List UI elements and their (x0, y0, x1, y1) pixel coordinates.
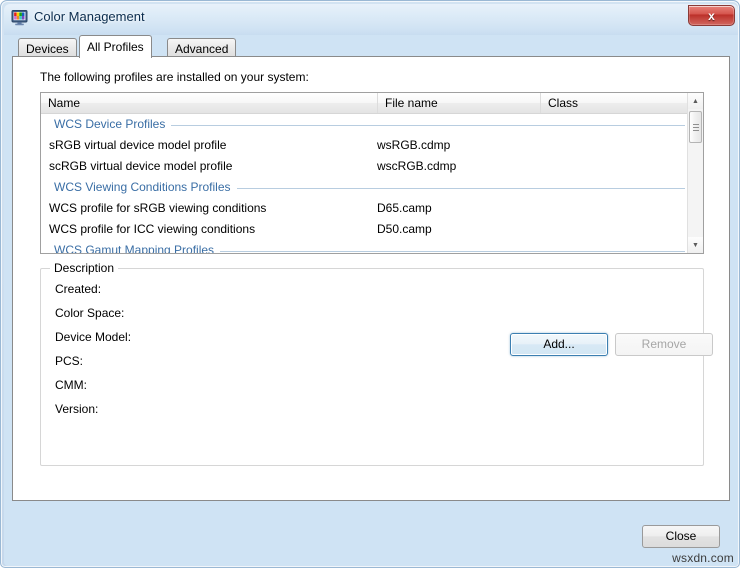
description-group: Description Created: Color Space: Device M… (40, 261, 704, 466)
table-row[interactable]: sRGB virtual device model profile wsRGB.c… (41, 135, 689, 156)
cell-name: sRGB virtual device model profile (49, 138, 227, 152)
list-body: WCS Device Profiles sRGB virtual device m… (41, 114, 689, 253)
table-row[interactable]: scRGB virtual device model profile wscRGB… (41, 156, 689, 177)
cell-name: WCS profile for sRGB viewing conditions (49, 201, 267, 215)
window-title: Color Management (34, 9, 145, 24)
group-header-label: WCS Gamut Mapping Profiles (54, 240, 221, 253)
cell-file-name: wscRGB.cdmp (377, 159, 457, 173)
table-row[interactable]: WCS profile for sRGB viewing conditions D… (41, 198, 689, 219)
tab-all-profiles[interactable]: All Profiles (79, 35, 152, 58)
profiles-list[interactable]: Name File name Class WCS Device Profiles… (40, 92, 704, 254)
color-monitor-icon (11, 9, 28, 26)
list-header-row: Name File name Class (41, 93, 703, 114)
group-header-label: WCS Device Profiles (54, 114, 172, 135)
scrollbar-grip-icon (693, 124, 699, 131)
chevron-up-icon: ▲ (692, 97, 699, 105)
column-header-name[interactable]: Name (41, 93, 378, 113)
dialog-footer: Close (12, 502, 730, 558)
list-group-header[interactable]: WCS Viewing Conditions Profiles (41, 177, 689, 198)
tab-advanced[interactable]: Advanced (167, 38, 237, 57)
dialog-body: Devices All Profiles Advanced The follow… (12, 35, 730, 558)
close-icon: x (708, 8, 715, 23)
remove-button: Remove (615, 333, 713, 356)
chevron-down-icon: ▼ (692, 241, 699, 249)
tab-panel-all-profiles: The following profiles are installed on … (12, 56, 730, 501)
table-row[interactable]: WCS profile for ICC viewing conditions D5… (41, 219, 689, 240)
tab-devices[interactable]: Devices (18, 38, 77, 57)
group-header-label: WCS Viewing Conditions Profiles (54, 177, 237, 198)
title-bar: Color Management x (4, 4, 738, 32)
add-button[interactable]: Add... (510, 333, 608, 356)
column-header-class[interactable]: Class (541, 93, 689, 113)
scrollbar-thumb[interactable] (689, 111, 702, 143)
tab-strip: Devices All Profiles Advanced (12, 35, 730, 58)
cell-file-name: wsRGB.cdmp (377, 138, 451, 152)
scroll-up-button[interactable]: ▲ (688, 93, 703, 109)
intro-text: The following profiles are installed on … (40, 70, 309, 84)
description-field-6: Version: (55, 402, 99, 416)
cell-name: scRGB virtual device model profile (49, 159, 233, 173)
description-field-5: CMM: (55, 378, 87, 392)
close-button[interactable]: Close (642, 525, 720, 548)
description-field-2: Color Space: (55, 306, 125, 320)
description-title: Description (50, 261, 119, 275)
window-inner-frame: Color Management x Devices All Profiles … (4, 4, 738, 566)
description-field-1: Created: (55, 282, 102, 296)
cell-file-name: D65.camp (377, 201, 432, 215)
color-management-window: Color Management x Devices All Profiles … (0, 0, 740, 568)
column-header-file-name[interactable]: File name (378, 93, 541, 113)
scroll-down-button[interactable]: ▼ (688, 237, 703, 253)
cell-file-name: D50.camp (377, 222, 432, 236)
list-group-header[interactable]: WCS Device Profiles (41, 114, 689, 135)
close-window-button[interactable]: x (688, 5, 735, 26)
watermark: wsxdn.com (672, 551, 734, 565)
description-field-4: PCS: (55, 354, 84, 368)
list-scrollbar[interactable]: ▲ ▼ (687, 93, 703, 253)
cell-name: WCS profile for ICC viewing conditions (49, 222, 256, 236)
list-group-header[interactable]: WCS Gamut Mapping Profiles (41, 240, 689, 253)
description-field-3: Device Model: (55, 330, 132, 344)
